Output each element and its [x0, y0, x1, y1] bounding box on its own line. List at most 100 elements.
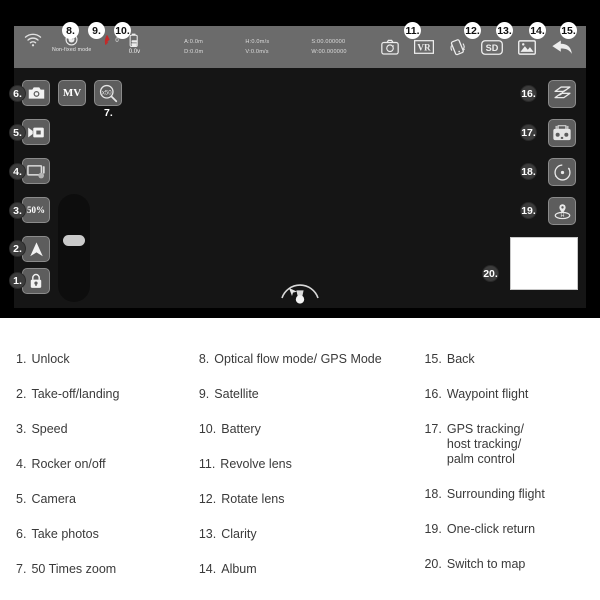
magnifier-50x-icon: x50	[99, 84, 117, 102]
svg-text:x50: x50	[101, 90, 111, 96]
album-icon[interactable]	[518, 39, 536, 55]
surrounding-flight-button[interactable]	[548, 158, 576, 186]
rotate-lens-icon[interactable]	[449, 38, 466, 56]
legend-number: 11.	[198, 457, 216, 471]
rocker-button[interactable]	[22, 158, 50, 184]
legend-label: Switch to map	[446, 557, 526, 571]
zoom-50x-button[interactable]: x50	[94, 80, 122, 106]
take-photos-button[interactable]	[22, 80, 50, 106]
legend-label: Album	[221, 562, 257, 576]
remote-control-icon	[553, 125, 571, 141]
telemetry-readouts: A:0.0m D:0.0m H:0.0m/s V:0.0m/s S:00.000…	[184, 39, 347, 55]
badge-9: 9.	[88, 22, 105, 39]
svg-text:SD: SD	[486, 42, 499, 52]
compass-attitude-indicator	[276, 264, 324, 312]
battery-icon	[129, 33, 138, 48]
badge-13: 13.	[496, 22, 513, 39]
legend-label: Back	[446, 352, 475, 366]
legend-number: 16.	[424, 387, 442, 401]
badge-14: 14.	[529, 22, 546, 39]
legend-label: GPS tracking/ host tracking/ palm contro…	[446, 422, 524, 466]
mv-text-icon: MV	[62, 87, 82, 99]
camera-button[interactable]	[22, 119, 50, 145]
legend-label: 50 Times zoom	[31, 562, 117, 576]
badge-5: 5.	[9, 124, 26, 141]
legend-item: 9. Satellite	[199, 387, 425, 402]
legend-section: 1. Unlock 2. Take-off/landing 3. Speed 4…	[0, 318, 600, 600]
revolve-lens-icon[interactable]	[381, 39, 399, 55]
svg-text:VR: VR	[417, 42, 431, 52]
mv-button[interactable]: MV	[58, 80, 86, 106]
legend-label: Rotate lens	[221, 492, 285, 506]
legend-item: 4. Rocker on/off	[16, 457, 199, 472]
legend-number: 10.	[198, 422, 217, 436]
legend-item: 17. GPS tracking/ host tracking/ palm co…	[424, 422, 584, 467]
orbit-icon	[553, 163, 571, 181]
legend-item: 1. Unlock	[16, 352, 199, 367]
speed-button[interactable]: 50%	[22, 197, 50, 223]
legend-number: 2.	[16, 387, 27, 401]
vr-icon[interactable]: VR	[414, 40, 434, 54]
rocker-icon	[27, 165, 45, 179]
drone-app-screenshot: Non-fixed mode 0 0.0v A:0.0m D:0.0m H:0.…	[0, 0, 600, 318]
telemetry-coordinates: S:00.000000 W:00.000000	[311, 39, 346, 55]
legend-number: 14.	[198, 562, 217, 576]
legend-number: 4.	[16, 457, 27, 471]
badge-12: 12.	[464, 22, 481, 39]
gps-tracking-button[interactable]	[548, 119, 576, 147]
throttle-slider-handle[interactable]	[63, 235, 85, 246]
legend-number: 12.	[198, 492, 217, 506]
battery-voltage: 0.0v	[128, 49, 141, 55]
status-bar-actions: VR SD	[381, 38, 586, 56]
legend-number: 1.	[16, 352, 27, 366]
legend-item: 5. Camera	[16, 492, 199, 507]
badge-10: 10.	[114, 22, 131, 39]
badge-11: 11.	[404, 22, 421, 39]
sd-clarity-icon[interactable]: SD	[481, 39, 503, 55]
legend-column-2: 8. Optical flow mode/ GPS Mode 9. Satell…	[199, 352, 425, 600]
throttle-slider[interactable]	[58, 194, 90, 302]
legend-number: 19.	[424, 522, 442, 536]
switch-to-map-box[interactable]	[510, 237, 578, 290]
takeoff-landing-button[interactable]	[22, 236, 50, 262]
legend-label: Unlock	[31, 352, 70, 366]
photo-camera-icon	[28, 87, 44, 99]
badge-16: 16.	[520, 85, 537, 102]
wifi-indicator	[24, 33, 42, 47]
badge-20: 20.	[482, 265, 499, 282]
takeoff-arrow-icon	[29, 241, 43, 256]
badge-8: 8.	[62, 22, 79, 39]
legend-number: 20.	[424, 557, 442, 571]
legend-label: Surrounding flight	[446, 487, 545, 501]
legend-label: Satellite	[214, 387, 259, 401]
legend-label: One-click return	[446, 522, 536, 536]
svg-text:H: H	[560, 213, 564, 219]
one-click-return-button[interactable]: H	[548, 197, 576, 225]
back-arrow-icon[interactable]	[551, 39, 573, 56]
legend-item: 12. Rotate lens	[199, 492, 425, 507]
unlock-button[interactable]	[22, 268, 50, 294]
legend-item: 20. Switch to map	[424, 557, 584, 572]
badge-17: 17.	[520, 124, 537, 141]
badge-15: 15.	[560, 22, 577, 39]
legend-label: Camera	[31, 492, 76, 506]
badge-6: 6.	[9, 85, 26, 102]
legend-number: 9.	[198, 387, 210, 401]
telemetry-distance: D:0.0m	[184, 49, 204, 55]
badge-4: 4.	[9, 163, 26, 180]
legend-number: 3.	[16, 422, 27, 436]
telemetry-horizontal-speed: H:0.0m/s	[245, 39, 270, 45]
badge-18: 18.	[520, 163, 537, 180]
legend-label: Optical flow mode/ GPS Mode	[214, 352, 382, 366]
legend-item: 11. Revolve lens	[199, 457, 425, 472]
legend-number: 13.	[198, 527, 217, 541]
legend-label: Battery	[221, 422, 261, 436]
telemetry-vertical-speed: V:0.0m/s	[245, 49, 269, 55]
waypoint-flight-button[interactable]	[548, 80, 576, 108]
waypoint-flight-icon	[553, 85, 571, 98]
battery-indicator: 0.0v	[129, 33, 140, 55]
legend-number: 18.	[424, 487, 442, 501]
legend-number: 7.	[16, 562, 27, 576]
telemetry-speeds: H:0.0m/s V:0.0m/s	[245, 39, 269, 55]
legend-label: Take photos	[31, 527, 99, 541]
